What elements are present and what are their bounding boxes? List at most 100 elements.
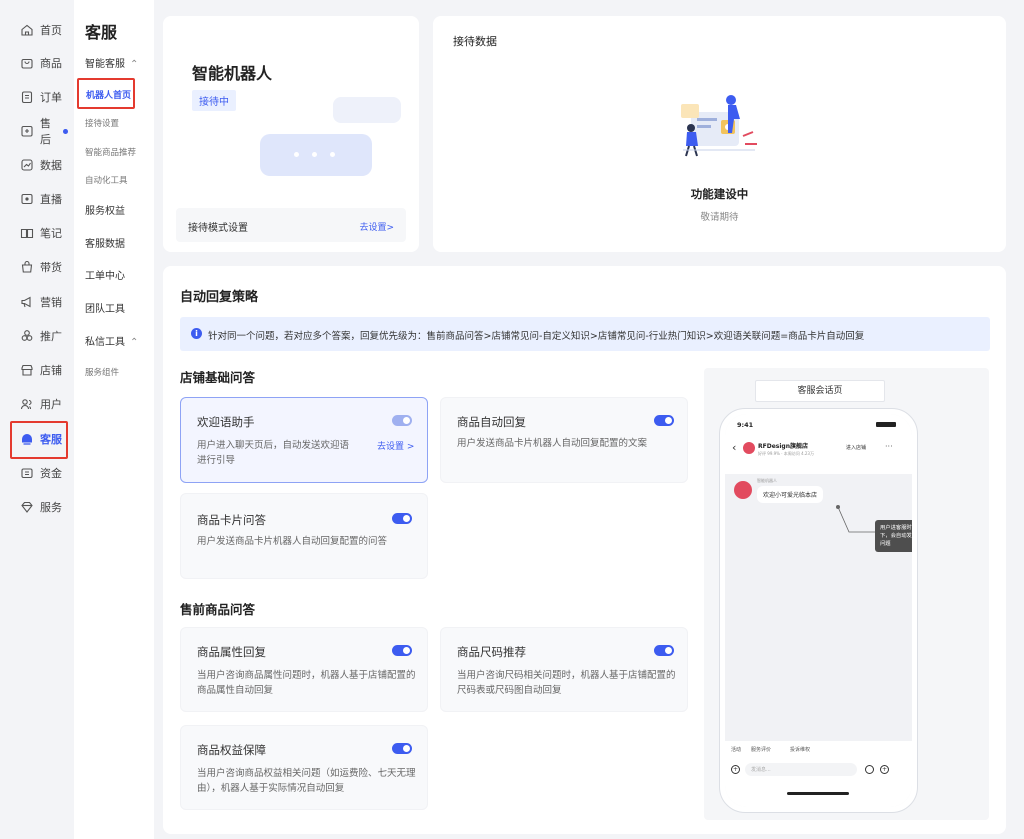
nav-item-store[interactable]: 店铺: [6, 359, 68, 381]
nav-item-users[interactable]: 用户: [6, 393, 68, 415]
building-text: 功能建设中: [690, 187, 749, 201]
reception-mode-bar[interactable]: 接待模式设置 去设置>: [176, 208, 406, 242]
nav-label: 商品: [40, 57, 62, 70]
card-title: 商品权益保障: [197, 743, 266, 757]
tooltip: 用户进客服时，满足条件的情况下，会自动发送欢迎语和关联常见问题: [875, 520, 912, 552]
card-desc: 用户发送商品卡片机器人自动回复配置的文案: [457, 438, 648, 449]
nav-item-live[interactable]: 直播: [6, 188, 68, 210]
strategy-card: 自动回复策略 i 针对同一个问题，若对应多个答案，回复优先级为：售前商品问答>店…: [163, 266, 1006, 834]
subnav-item-team-tools[interactable]: 团队工具: [85, 300, 125, 315]
phone-frame: 9:41 ‹ RFDesign旗舰店 好评 99.9% · 本周访问 4.23万…: [719, 408, 918, 813]
subnav-item-smart-recommend[interactable]: 智能商品推荐: [85, 146, 136, 158]
goods-bag-icon: [20, 260, 34, 274]
stay-tuned-text: 敬请期待: [700, 212, 739, 223]
quick-reply-2[interactable]: 服务评价: [751, 746, 771, 753]
notes-icon: [20, 226, 34, 240]
nav-item-promo[interactable]: 推广: [6, 325, 68, 347]
welcome-settings-link[interactable]: 去设置 >: [377, 439, 414, 452]
message-input[interactable]: 发消息...: [745, 763, 857, 776]
chat-bubble-illustration: [260, 134, 372, 176]
subnav-item-service-rights[interactable]: 服务权益: [85, 202, 125, 217]
nav-label: 用户: [40, 398, 62, 411]
quick-reply-1[interactable]: 活动: [731, 746, 741, 753]
reception-mode-link[interactable]: 去设置>: [359, 220, 394, 233]
home-icon: [20, 23, 34, 37]
phone-footer: 活动 服务评价 投诉维权 + 发消息... +: [725, 741, 912, 807]
nav-label: 首页: [40, 24, 62, 37]
nav-item-orders[interactable]: 订单: [6, 86, 68, 108]
shop-sub: 好评 99.9% · 本周访问 4.23万: [758, 451, 814, 456]
highlight-box: [77, 78, 135, 109]
subnav-item-reception-settings[interactable]: 接待设置: [85, 117, 119, 129]
card-title: 商品自动回复: [457, 415, 526, 429]
auto-reply-toggle[interactable]: [654, 415, 674, 426]
auto-reply-card[interactable]: 商品自动回复 用户发送商品卡片机器人自动回复配置的文案: [440, 397, 688, 483]
nav-item-notes[interactable]: 笔记: [6, 222, 68, 244]
nav-label: 数据: [40, 159, 62, 172]
info-icon: i: [191, 328, 202, 339]
subnav-group-dm-tools[interactable]: 私信工具 ⌃: [85, 333, 138, 348]
attr-reply-card[interactable]: 商品属性回复 当用户咨询商品属性问题时，机器人基于店铺配置的商品属性自动回复: [180, 627, 428, 712]
nav-item-data[interactable]: 数据: [6, 154, 68, 176]
live-icon: [20, 192, 34, 206]
quick-reply-3[interactable]: 投诉维权: [790, 746, 810, 753]
wallet-icon: [20, 466, 34, 480]
tooltip-connector: [836, 505, 875, 533]
chevron-up-icon: ⌃: [130, 337, 139, 348]
nav-label: 笔记: [40, 227, 62, 240]
nav-item-marketing[interactable]: 营销: [6, 291, 68, 313]
shop-avatar: [743, 442, 755, 454]
size-recommend-toggle[interactable]: [654, 645, 674, 656]
promotion-icon: [20, 329, 34, 343]
more-icon: ···: [885, 442, 893, 451]
subnav-item-service-components[interactable]: 服务组件: [85, 366, 119, 378]
nav-item-goods[interactable]: 商品: [6, 52, 68, 74]
nav-label: 带货: [40, 261, 62, 274]
nav-label: 店铺: [40, 364, 62, 377]
card-title: 商品尺码推荐: [457, 645, 526, 659]
welcome-card[interactable]: 欢迎语助手 用户进入聊天页后，自动发送欢迎语进行引导 去设置 >: [180, 397, 428, 483]
preview-label: 客服会话页: [755, 380, 885, 402]
card-desc: 当用户咨询尺码相关问题时，机器人基于店铺配置的尺码表或尺码图自动回复: [457, 670, 676, 696]
add-icon: +: [731, 765, 740, 774]
bot-avatar: [734, 481, 752, 499]
card-title: 商品卡片问答: [197, 513, 266, 527]
card-qa-card[interactable]: 商品卡片问答 用户发送商品卡片机器人自动回复配置的问答: [180, 493, 428, 579]
plus-icon: +: [880, 765, 889, 774]
chart-icon: [20, 158, 34, 172]
nav-item-aftersale[interactable]: 售后: [6, 117, 68, 146]
rights-card[interactable]: 商品权益保障 当用户咨询商品权益相关问题（如运费险、七天无理由），机器人基于实际…: [180, 725, 428, 810]
card-qa-toggle[interactable]: [392, 513, 412, 524]
card-desc: 用户进入聊天页后，自动发送欢迎语进行引导: [197, 440, 350, 466]
card-title: 商品属性回复: [197, 645, 266, 659]
attr-reply-toggle[interactable]: [392, 645, 412, 656]
nav-label: 服务: [40, 501, 62, 514]
card-title: 欢迎语助手: [197, 415, 255, 429]
nav-item-home[interactable]: 首页: [6, 19, 68, 41]
home-indicator: [787, 792, 849, 795]
nav-item-services[interactable]: 服务: [6, 496, 68, 518]
robot-title: 智能机器人: [192, 64, 273, 83]
bag-icon: [20, 56, 34, 70]
highlight-box: [10, 421, 68, 459]
emoji-icon: [865, 765, 874, 774]
users-icon: [20, 397, 34, 411]
subnav-item-service-data[interactable]: 客服数据: [85, 235, 125, 250]
phone-screen: 9:41 ‹ RFDesign旗舰店 好评 99.9% · 本周访问 4.23万…: [725, 414, 912, 807]
welcome-toggle[interactable]: [392, 415, 412, 426]
nav-label: 资金: [40, 467, 62, 480]
subnav-item-automation[interactable]: 自动化工具: [85, 174, 128, 186]
store-icon: [20, 363, 34, 377]
subnav-item-ticket-center[interactable]: 工单中心: [85, 267, 125, 282]
status-badge: 接待中: [192, 90, 236, 111]
enter-shop-button[interactable]: 进入店铺: [846, 444, 866, 451]
nav-label: 售后: [40, 117, 51, 146]
rights-toggle[interactable]: [392, 743, 412, 754]
nav-label: 推广: [40, 330, 62, 343]
subnav-group-smart-service[interactable]: 智能客服 ⌃: [85, 55, 138, 70]
size-recommend-card[interactable]: 商品尺码推荐 当用户咨询尺码相关问题时，机器人基于店铺配置的尺码表或尺码图自动回…: [440, 627, 688, 712]
strategy-title: 自动回复策略: [180, 290, 259, 305]
nav-item-funds[interactable]: 资金: [6, 462, 68, 484]
shop-name: RFDesign旗舰店: [758, 443, 808, 450]
nav-item-sell[interactable]: 带货: [6, 256, 68, 278]
